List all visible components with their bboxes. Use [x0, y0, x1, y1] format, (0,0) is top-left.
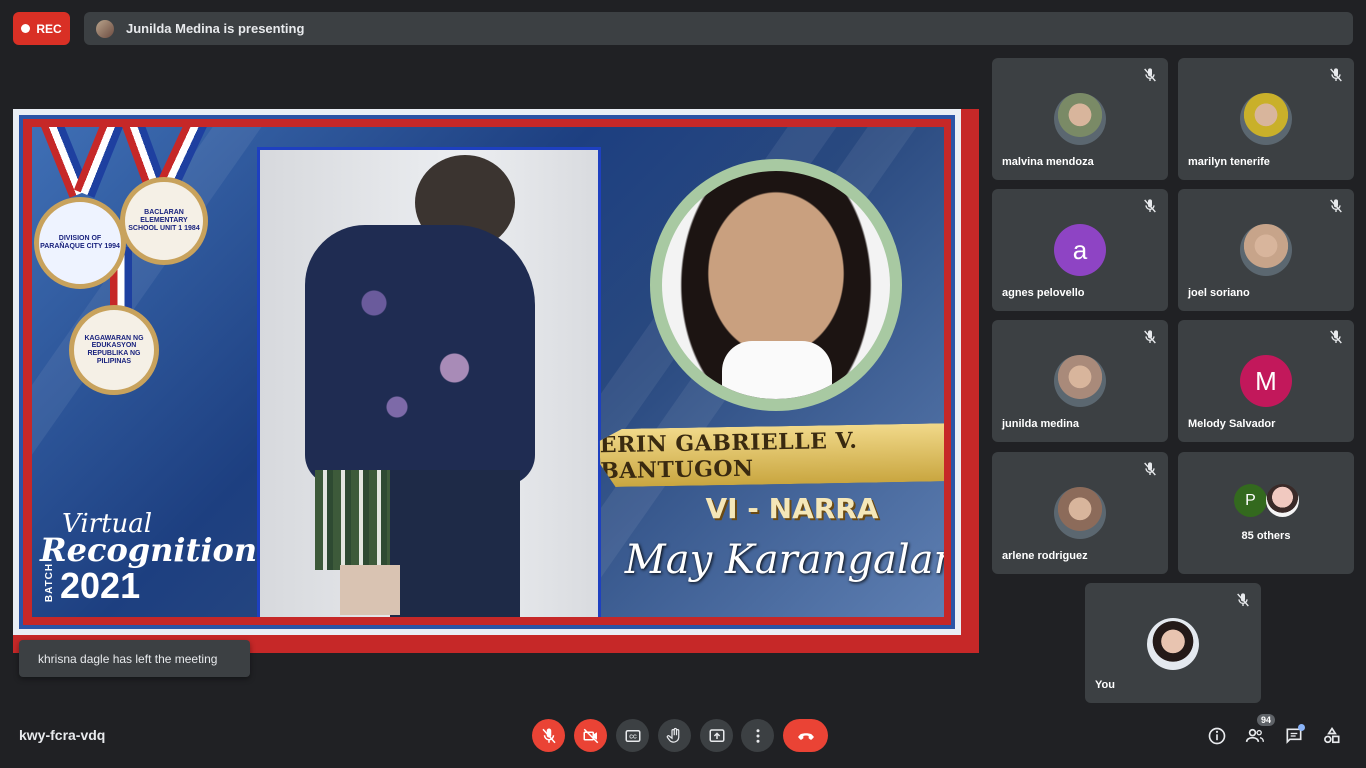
participant-tile[interactable]: marilyn tenerife — [1178, 58, 1354, 180]
mic-off-icon — [541, 728, 556, 743]
participant-tile[interactable]: arlene rodriguez — [992, 452, 1168, 574]
mic-off-icon — [1144, 199, 1156, 213]
chat-notification-dot — [1298, 724, 1305, 731]
participant-name: joel soriano — [1188, 287, 1250, 299]
slide-canvas: DIVISION OF PARAÑAQUE CITY 1994 BACLARAN… — [32, 127, 944, 617]
presenting-text: Junilda Medina is presenting — [126, 21, 305, 36]
self-tile[interactable]: You — [1085, 583, 1261, 703]
camera-toggle-button[interactable] — [574, 719, 607, 752]
participant-tile[interactable]: malvina mendoza — [992, 58, 1168, 180]
participant-name: malvina mendoza — [1002, 156, 1094, 168]
mic-off-icon — [1144, 462, 1156, 476]
hand-icon — [666, 727, 679, 743]
mic-off-icon — [1330, 199, 1342, 213]
school-seal-medal: BACLARAN ELEMENTARY SCHOOL UNIT 1 1984 — [120, 177, 208, 265]
participant-tile[interactable]: a agnes pelovello — [992, 189, 1168, 311]
slide-batch-text: BATCH — [44, 562, 56, 603]
student-section: VI - NARRA — [705, 492, 879, 525]
participant-tile[interactable]: junilda medina — [992, 320, 1168, 442]
camera-off-icon — [583, 728, 598, 743]
captions-icon: CC — [625, 729, 640, 742]
captions-button[interactable]: CC — [616, 719, 649, 752]
student-portrait — [650, 159, 902, 411]
recording-label: REC — [36, 21, 62, 36]
participant-avatar — [1054, 93, 1106, 145]
self-name: You — [1095, 679, 1115, 691]
svg-text:CC: CC — [629, 734, 637, 740]
participant-name: arlene rodriguez — [1002, 550, 1088, 562]
present-now-button[interactable] — [700, 719, 733, 752]
mic-off-icon — [1330, 68, 1342, 82]
meeting-code[interactable]: kwy-fcra-vdq — [19, 727, 105, 743]
student-name-banner: ERIN GABRIELLE V. BANTUGON — [600, 423, 944, 488]
mic-off-icon — [1144, 68, 1156, 82]
others-tile[interactable]: P 85 others — [1178, 452, 1354, 574]
participant-name: Melody Salvador — [1188, 418, 1276, 430]
participant-avatar — [1240, 93, 1292, 145]
mic-off-icon — [1144, 330, 1156, 344]
participant-name: junilda medina — [1002, 418, 1080, 430]
slide-recognition-text: Recognition — [40, 531, 258, 569]
participant-avatar — [1054, 355, 1106, 407]
presenter-avatar — [96, 19, 114, 38]
people-count-badge: 94 — [1257, 714, 1276, 726]
participant-avatar — [1240, 224, 1292, 276]
award-title: May Karangalan — [624, 537, 944, 583]
raise-hand-button[interactable] — [658, 719, 691, 752]
award-photo — [257, 147, 601, 617]
recording-indicator[interactable]: REC — [13, 12, 70, 45]
mic-off-icon — [1330, 330, 1342, 344]
participant-tile[interactable]: M Melody Salvador — [1178, 320, 1354, 442]
leave-call-button[interactable] — [783, 719, 828, 752]
more-options-button[interactable] — [741, 719, 774, 752]
deped-seal-medal: KAGAWARAN NG EDUKASYON REPUBLIKA NG PILI… — [69, 305, 159, 395]
others-avatar-photo — [1266, 484, 1299, 517]
activities-icon[interactable] — [1322, 726, 1342, 746]
left-meeting-toast: khrisna dagle has left the meeting — [19, 640, 250, 677]
student-name: ERIN GABRIELLE V. BANTUGON — [599, 427, 858, 485]
mic-off-icon — [1237, 593, 1249, 607]
participant-avatar — [1054, 487, 1106, 539]
division-seal-medal: DIVISION OF PARAÑAQUE CITY 1994 — [34, 197, 126, 289]
participant-avatar-letter: M — [1240, 355, 1292, 407]
present-screen-icon — [709, 728, 724, 742]
meeting-details-icon[interactable] — [1207, 726, 1227, 746]
participant-tile[interactable]: joel soriano — [1178, 189, 1354, 311]
presentation-stage[interactable]: DIVISION OF PARAÑAQUE CITY 1994 BACLARAN… — [13, 109, 979, 653]
others-avatar-letter: P — [1234, 484, 1267, 517]
participant-name: agnes pelovello — [1002, 287, 1085, 299]
participant-avatar-letter: a — [1054, 224, 1106, 276]
toast-text: khrisna dagle has left the meeting — [38, 651, 218, 666]
self-avatar — [1147, 618, 1199, 670]
more-vertical-icon — [756, 728, 759, 743]
others-label: 85 others — [1241, 530, 1291, 542]
slide-year-text: 2021 — [60, 565, 141, 606]
participant-name: marilyn tenerife — [1188, 156, 1270, 168]
presenting-bar: Junilda Medina is presenting — [84, 12, 1353, 45]
record-dot-icon — [21, 24, 31, 33]
hang-up-icon — [797, 732, 814, 740]
mic-toggle-button[interactable] — [532, 719, 565, 752]
people-icon[interactable] — [1245, 726, 1265, 746]
